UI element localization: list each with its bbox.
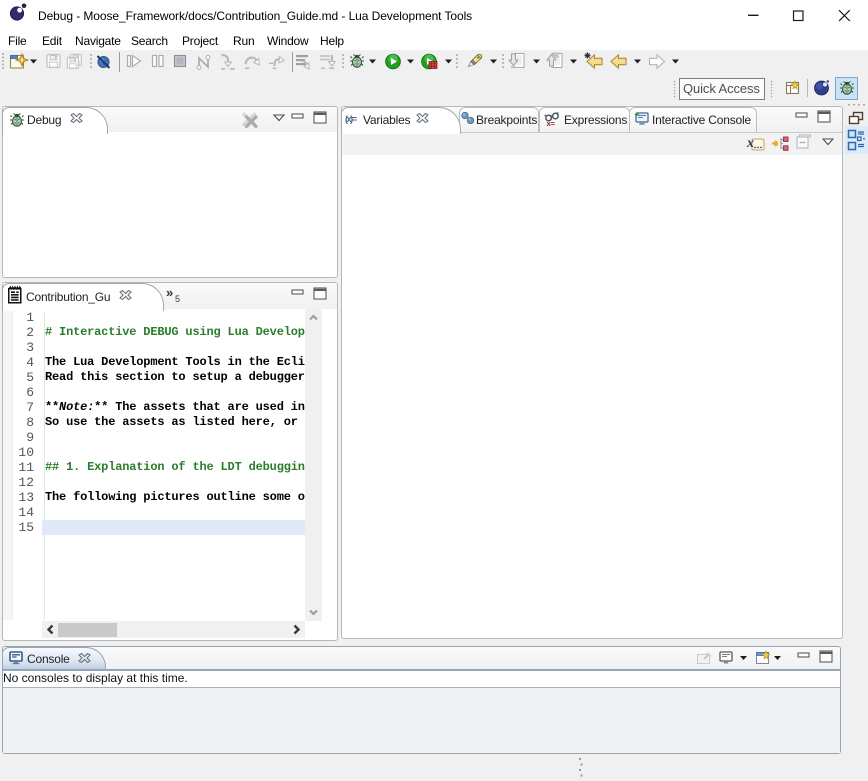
svg-text:5: 5 [175,294,180,304]
svg-text:x: x [746,136,754,151]
svg-text:(x)=: (x)= [345,114,357,124]
svg-text:x=: x= [547,119,556,128]
svg-text:»: » [166,285,173,300]
